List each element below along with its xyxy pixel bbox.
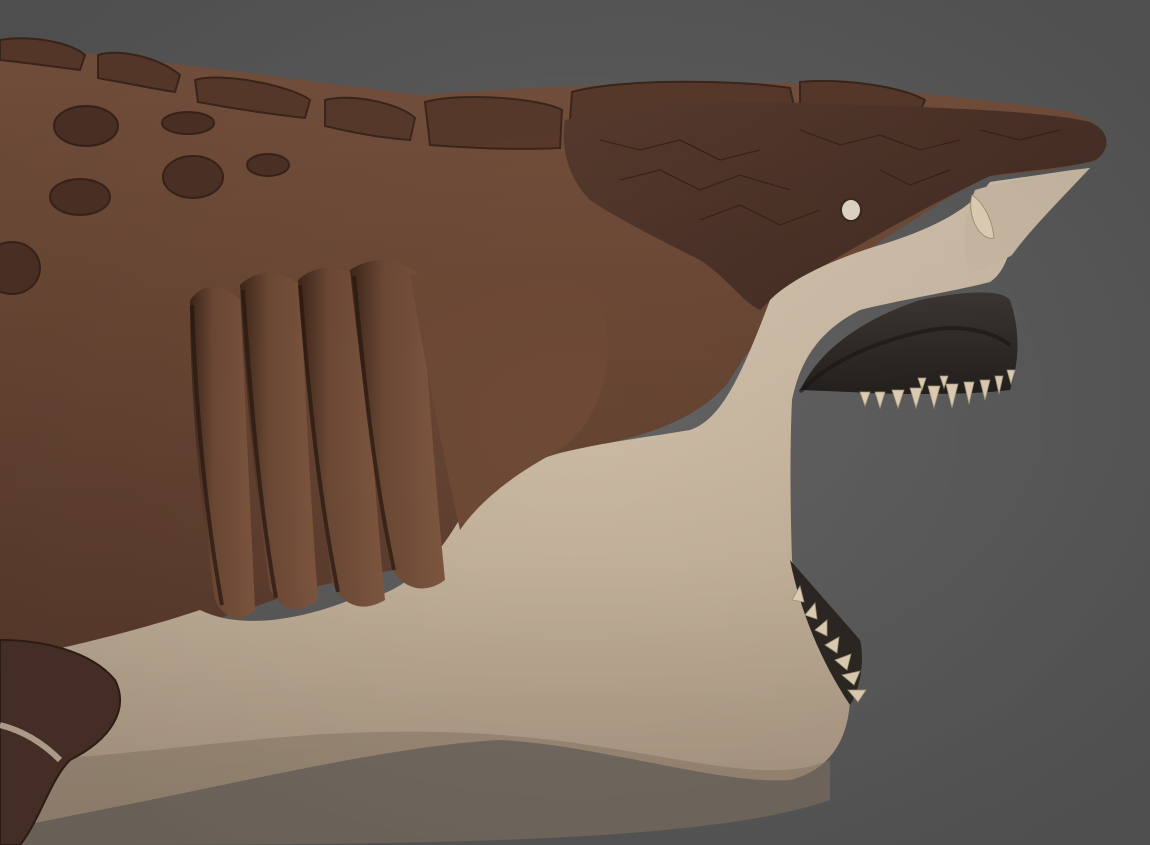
eye-icon <box>840 198 862 222</box>
render-viewport <box>0 0 1150 845</box>
shark-render <box>0 0 1150 845</box>
